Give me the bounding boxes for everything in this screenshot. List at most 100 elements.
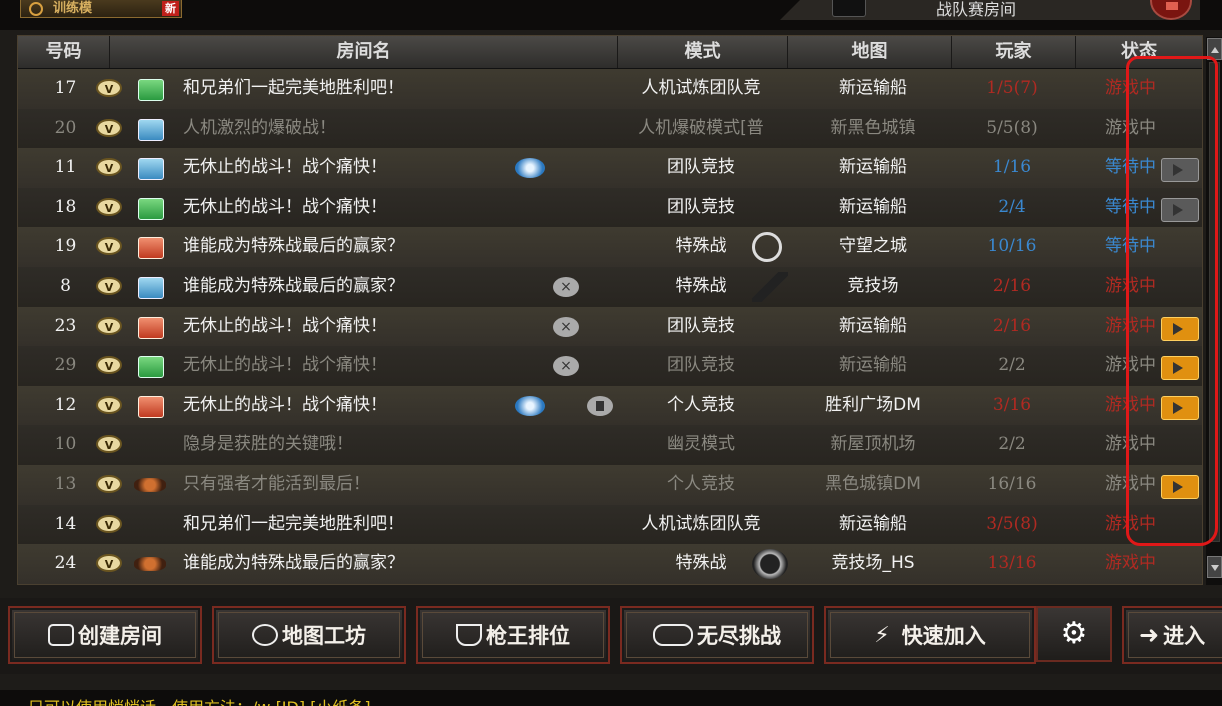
vip-icon: V [96, 118, 122, 137]
room-mode: 团队竞技 [667, 315, 735, 336]
room-status: 游戏中 [1105, 553, 1156, 574]
room-name: 和兄弟们一起完美地胜利吧！ [183, 78, 404, 98]
team-room-tab-label[interactable]: 战队赛房间 [936, 0, 1016, 20]
room-status: 游戏中 [1105, 117, 1156, 138]
spectate-icon[interactable] [515, 158, 545, 179]
room-map: 新黑色城镇 [830, 117, 916, 138]
quick-join-label: 快速加入 [901, 624, 986, 648]
no-entry-icon: × [553, 276, 579, 297]
spectate-tv-icon[interactable] [1161, 395, 1199, 420]
room-mode: 团队竞技 [667, 196, 735, 217]
scrollbar-thumb[interactable] [1209, 62, 1220, 542]
room-row[interactable]: 20 V 人机激烈的爆破战！ 人机爆破模式[普 新黑色城镇 5/5(8) 游戏中 [18, 108, 1202, 149]
team-room-checkbox[interactable] [832, 0, 866, 17]
gear-icon[interactable]: ⚙ [1036, 606, 1112, 662]
room-map: 竞技场_HS [831, 553, 915, 574]
room-name: 隐身是获胜的关键哦！ [183, 434, 353, 455]
room-name: 无休止的战斗！战个痛快！ [183, 355, 387, 376]
header-num[interactable]: 号码 [18, 36, 110, 68]
room-row[interactable]: 10 V 隐身是获胜的关键哦！ 幽灵模式 新屋顶机场 2/2 游戏中 [18, 425, 1202, 465]
wing-emblem-icon [134, 551, 168, 577]
gun-king-rank-label: 枪王排位 [486, 624, 570, 648]
room-status: 游戏中 [1105, 434, 1156, 455]
room-row[interactable]: 12 V 无休止的战斗！战个痛快！ 个人竞技 胜利广场DM 3/16 游戏中 [18, 385, 1202, 426]
create-room-button[interactable]: 创建房间 [8, 606, 202, 664]
room-mode: 人机试炼团队竞 [641, 513, 761, 534]
room-name: 无休止的战斗！战个痛快！ [183, 196, 387, 217]
endless-challenge-button[interactable]: 无尽挑战 [620, 606, 814, 664]
room-rows: 17 V 和兄弟们一起完美地胜利吧！ 人机试炼团队竞 新运输船 1/5(7) 游戏中 20 V 人… [18, 69, 1202, 584]
room-row[interactable]: 13 V 只有强者才能活到最后！ 个人竞技 黑色城镇DM 16/16 游戏中 [18, 464, 1202, 505]
player-count: 2/2 [998, 355, 1026, 376]
lightning-icon: ⚡ [874, 622, 890, 648]
room-row[interactable]: 24 V 谁能成为特殊战最后的赢家？ 特殊战 竞技场_HS 13/16 游戏中 [18, 544, 1202, 584]
room-map: 黑色城镇DM [825, 473, 921, 494]
room-row[interactable]: 17 V 和兄弟们一起完美地胜利吧！ 人机试炼团队竞 新运输船 1/5(7) 游戏中 [18, 69, 1202, 109]
green-box-icon [134, 353, 168, 379]
player-count: 10/16 [987, 236, 1037, 257]
vip-icon: V [96, 197, 122, 216]
quick-join-button[interactable]: ⚡ 快速加入 [824, 606, 1036, 664]
mode-badge: 训练模 新 [20, 0, 182, 18]
player-count: 3/16 [992, 394, 1032, 415]
header-status[interactable]: 状态 [1076, 36, 1202, 68]
vip-icon: V [96, 276, 122, 295]
scroll-down-button[interactable] [1207, 556, 1222, 578]
new-badge: 新 [162, 1, 179, 16]
badge-icon [752, 549, 788, 580]
spectate-tv-icon[interactable] [1161, 158, 1199, 183]
header-name[interactable]: 房间名 [110, 36, 618, 68]
crosshair-icon [29, 2, 43, 16]
room-row[interactable]: 11 V 无休止的战斗！战个痛快！ 团队竞技 新运输船 1/16 等待中 [18, 148, 1202, 188]
room-row[interactable]: 19 V 谁能成为特殊战最后的赢家？ 特殊战 守望之城 10/16 等待中 [18, 227, 1202, 267]
room-status: 游戏中 [1105, 513, 1156, 534]
player-count: 2/16 [992, 275, 1032, 296]
player-count: 1/16 [992, 157, 1032, 178]
vip-icon: V [96, 158, 122, 177]
enter-label: 进入 [1163, 624, 1206, 648]
enter-room-button[interactable]: ➜ 进入 [1122, 606, 1222, 664]
chat-bar[interactable]: 只可以使用悄悄话。使用方法：/w [ID] [小纸条] [0, 690, 1222, 706]
vip-icon: V [96, 79, 122, 97]
header-players[interactable]: 玩家 [952, 36, 1076, 68]
room-name: 无休止的战斗！战个痛快！ [183, 315, 387, 336]
player-count: 16/16 [987, 473, 1037, 494]
room-row[interactable]: 23 V 无休止的战斗！战个痛快！ × 团队竞技 新运输船 2/16 游戏中 [18, 306, 1202, 347]
spectate-tv-icon[interactable] [1161, 197, 1199, 222]
blue-box-icon [134, 155, 168, 181]
room-name: 谁能成为特殊战最后的赢家？ [183, 553, 404, 574]
red-box-icon [134, 234, 168, 260]
room-row[interactable]: 8 V 谁能成为特殊战最后的赢家？ × 特殊战 竞技场 2/16 游戏中 [18, 266, 1202, 307]
player-count: 5/5(8) [986, 117, 1038, 138]
scroll-up-button[interactable] [1207, 38, 1222, 60]
room-map: 新运输船 [839, 315, 907, 336]
vip-icon: V [96, 316, 122, 335]
room-map: 新运输船 [839, 157, 907, 178]
vip-icon: V [96, 395, 122, 414]
chat-bubble-icon [252, 624, 278, 646]
spectate-icon[interactable] [515, 395, 545, 416]
room-row[interactable]: 29 V 无休止的战斗！战个痛快！ × 团队竞技 新运输船 2/2 游戏中 [18, 346, 1202, 386]
spectate-tv-icon[interactable] [1161, 474, 1199, 499]
red-box-icon [134, 314, 168, 340]
spectate-tv-icon[interactable] [1161, 356, 1199, 381]
header-map[interactable]: 地图 [788, 36, 952, 68]
room-map: 新运输船 [839, 196, 907, 217]
map-workshop-button[interactable]: 地图工坊 [212, 606, 406, 664]
room-name: 和兄弟们一起完美地胜利吧！ [183, 513, 404, 534]
gun-king-rank-button[interactable]: 枪王排位 [416, 606, 610, 664]
spectate-tv-icon[interactable] [1161, 316, 1199, 341]
room-name: 谁能成为特殊战最后的赢家？ [183, 236, 404, 257]
red-box-icon [134, 393, 168, 419]
header-mode[interactable]: 模式 [618, 36, 788, 68]
room-row[interactable]: 14 V 和兄弟们一起完美地胜利吧！ 人机试炼团队竞 新运输船 3/5(8) 游戏中 [18, 504, 1202, 545]
room-row[interactable]: 18 V 无休止的战斗！战个痛快！ 团队竞技 新运输船 2/4 等待中 [18, 187, 1202, 228]
no-entry-icon: × [553, 356, 579, 377]
knife-icon [752, 271, 788, 302]
player-count: 2/16 [992, 315, 1032, 336]
wing-emblem-icon [134, 472, 168, 498]
arrow-right-icon: ➜ [1139, 621, 1160, 649]
endless-challenge-label: 无尽挑战 [697, 624, 781, 648]
player-count: 2/4 [998, 196, 1026, 217]
green-box-icon [134, 195, 168, 221]
